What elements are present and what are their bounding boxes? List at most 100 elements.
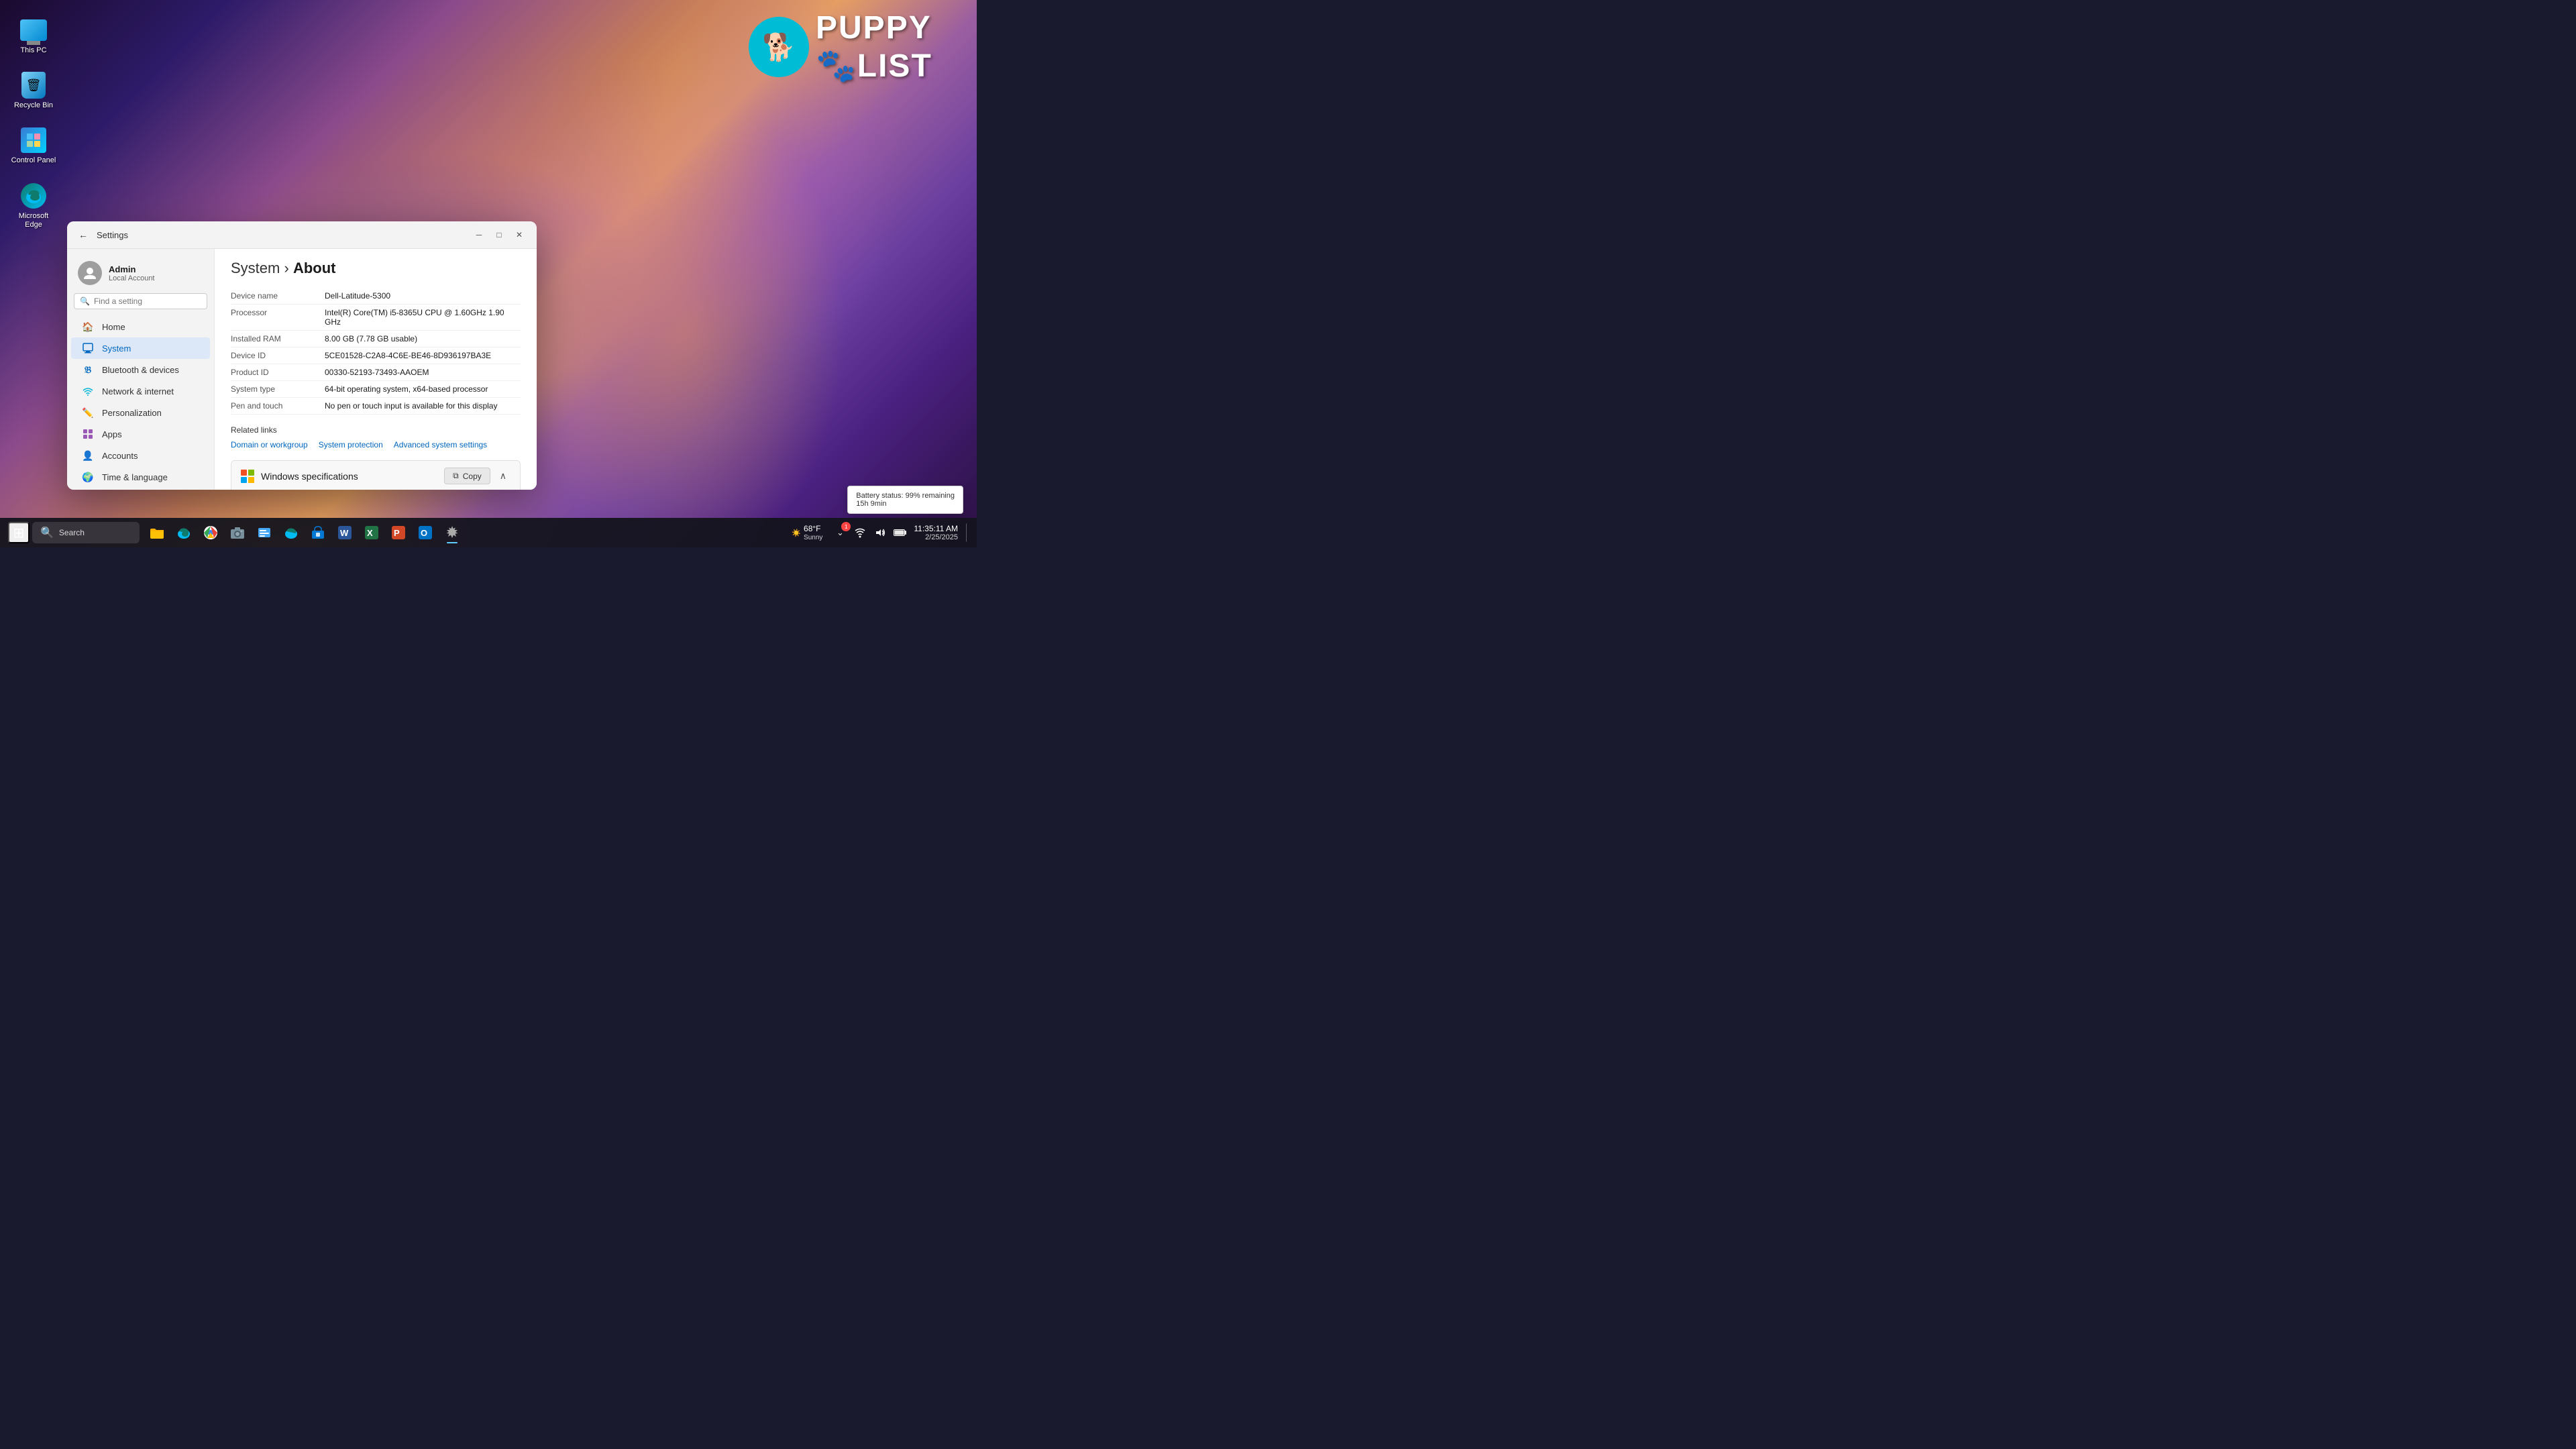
desktop-icon-this-pc[interactable]: This PC — [7, 13, 60, 58]
related-link-protection[interactable]: System protection — [319, 440, 383, 449]
desktop-icons-container: This PC 🗑 Recycle Bin Control Panel — [0, 0, 67, 246]
info-row-pen-touch: Pen and touch No pen or touch input is a… — [231, 398, 521, 415]
sidebar-item-system-label: System — [102, 343, 131, 354]
window-title: Settings — [97, 230, 128, 240]
breadcrumb-separator: › — [284, 260, 292, 276]
taskbar-right: ☀️ 68°F Sunny ⌄ — [788, 523, 969, 543]
puppylist-paw-icon: 🐾 — [816, 48, 857, 84]
minimize-button[interactable]: ─ — [470, 227, 488, 243]
sidebar-item-home-label: Home — [102, 322, 125, 332]
recycle-bin-label: Recycle Bin — [14, 101, 53, 110]
sidebar-item-time[interactable]: 🌍 Time & language — [71, 466, 210, 488]
search-icon: 🔍 — [80, 297, 90, 306]
info-value-product-id: 00330-52193-73493-AAOEM — [325, 368, 521, 377]
info-value-processor: Intel(R) Core(TM) i5-8365U CPU @ 1.60GHz… — [325, 308, 521, 327]
user-account-type: Local Account — [109, 274, 155, 282]
sidebar-item-network-label: Network & internet — [102, 386, 174, 396]
related-link-advanced[interactable]: Advanced system settings — [394, 440, 487, 449]
taskbar-app-settings[interactable] — [440, 521, 464, 545]
sidebar-item-home[interactable]: 🏠 Home — [71, 316, 210, 337]
taskbar-clock[interactable]: 11:35:11 AM 2/25/2025 — [914, 524, 958, 541]
user-profile: Admin Local Account — [67, 256, 214, 293]
sidebar-item-apps-label: Apps — [102, 429, 122, 439]
info-label-system-type: System type — [231, 384, 325, 394]
battery-status-line1: Battery status: 99% remaining — [856, 492, 955, 500]
sidebar-item-accounts[interactable]: 👤 Accounts — [71, 445, 210, 466]
copy-button[interactable]: ⧉ Copy — [444, 468, 490, 484]
taskbar-app-chrome[interactable] — [199, 521, 223, 545]
breadcrumb-parent: System — [231, 260, 280, 276]
taskbar-app-powerpoint[interactable]: P — [386, 521, 411, 545]
device-info-table: Device name Dell-Latitude-5300 Processor… — [231, 288, 521, 415]
taskbar-app-outlook[interactable]: O — [413, 521, 437, 545]
close-button[interactable]: ✕ — [510, 227, 529, 243]
info-row-device-id: Device ID 5CE01528-C2A8-4C6E-BE46-8D9361… — [231, 347, 521, 364]
weather-widget[interactable]: ☀️ 68°F Sunny — [788, 523, 826, 543]
desktop-icon-recycle-bin[interactable]: 🗑 Recycle Bin — [7, 68, 60, 113]
windows-logo-icon — [241, 470, 254, 483]
sidebar-item-network[interactable]: Network & internet — [71, 380, 210, 402]
desktop-icon-edge[interactable]: Microsoft Edge — [7, 179, 60, 233]
info-label-device-id: Device ID — [231, 351, 325, 360]
info-row-system-type: System type 64-bit operating system, x64… — [231, 381, 521, 398]
this-pc-icon — [20, 17, 47, 44]
info-row-product-id: Product ID 00330-52193-73493-AAOEM — [231, 364, 521, 381]
battery-status-line2: 15h 9min — [856, 500, 955, 508]
settings-sidebar: Admin Local Account 🔍 🏠 Home — [67, 249, 215, 490]
related-links-section: Related links Domain or workgroup System… — [231, 425, 521, 449]
user-name: Admin — [109, 264, 155, 274]
taskbar-search[interactable]: 🔍 Search — [32, 522, 140, 543]
user-avatar — [78, 261, 102, 285]
taskbar-app-edge2[interactable] — [279, 521, 303, 545]
info-label-device-name: Device name — [231, 291, 325, 301]
copy-label: Copy — [463, 472, 482, 481]
wifi-icon[interactable] — [852, 525, 868, 541]
personalization-icon: ✏️ — [82, 407, 94, 419]
network-icon — [82, 385, 94, 397]
sidebar-item-apps[interactable]: Apps — [71, 423, 210, 445]
sidebar-item-system[interactable]: System — [71, 337, 210, 359]
taskbar-app-excel[interactable]: X — [360, 521, 384, 545]
sidebar-item-bluetooth[interactable]: 𝔅 Bluetooth & devices — [71, 359, 210, 380]
show-desktop-button[interactable] — [966, 523, 969, 542]
window-titlebar: ← Settings ─ □ ✕ — [67, 221, 537, 249]
taskbar-app-file-explorer[interactable] — [145, 521, 169, 545]
windows-specs-header[interactable]: Windows specifications ⧉ Copy ∧ — [231, 461, 520, 490]
info-value-ram: 8.00 GB (7.78 GB usable) — [325, 334, 521, 343]
volume-icon[interactable] — [872, 525, 888, 541]
taskbar-app-edge[interactable] — [172, 521, 196, 545]
info-value-device-id: 5CE01528-C2A8-4C6E-BE46-8D936197BA3E — [325, 351, 521, 360]
taskbar-search-icon: 🔍 — [40, 526, 54, 539]
info-label-ram: Installed RAM — [231, 334, 325, 343]
start-button[interactable]: ⊞ — [8, 522, 30, 543]
info-row-device-name: Device name Dell-Latitude-5300 — [231, 288, 521, 305]
svg-text:W: W — [340, 528, 349, 538]
window-body: Admin Local Account 🔍 🏠 Home — [67, 249, 537, 490]
windows-specs-card: Windows specifications ⧉ Copy ∧ Edit — [231, 460, 521, 490]
info-value-system-type: 64-bit operating system, x64-based proce… — [325, 384, 521, 394]
svg-text:O: O — [421, 528, 427, 538]
settings-search-input[interactable] — [94, 297, 201, 306]
desktop-icon-control-panel[interactable]: Control Panel — [7, 123, 60, 168]
taskbar-app-word[interactable]: W — [333, 521, 357, 545]
puppylist-text: PUPPY🐾LIST — [816, 9, 963, 85]
system-tray: ⌄ — [832, 525, 908, 541]
sidebar-item-personalization[interactable]: ✏️ Personalization — [71, 402, 210, 423]
maximize-button[interactable]: □ — [490, 227, 508, 243]
window-back-button[interactable]: ← — [75, 227, 91, 243]
collapse-button[interactable]: ∧ — [496, 469, 511, 483]
battery-icon[interactable] — [892, 525, 908, 541]
windows-specs-title: Windows specifications — [261, 471, 358, 482]
settings-search-bar[interactable]: 🔍 — [74, 293, 207, 309]
info-row-ram: Installed RAM 8.00 GB (7.78 GB usable) — [231, 331, 521, 347]
taskbar-app-files[interactable] — [252, 521, 276, 545]
recycle-bin-icon: 🗑 — [20, 72, 47, 99]
related-link-domain[interactable]: Domain or workgroup — [231, 440, 308, 449]
notification-chevron[interactable]: ⌄ — [832, 525, 848, 541]
weather-temp: 68°F — [804, 524, 820, 533]
taskbar-app-store[interactable] — [306, 521, 330, 545]
puppylist-text-list: LIST — [857, 48, 932, 84]
puppylist-dog-icon: 🐕 — [749, 17, 809, 77]
taskbar-app-camera[interactable] — [225, 521, 250, 545]
home-icon: 🏠 — [82, 321, 94, 333]
